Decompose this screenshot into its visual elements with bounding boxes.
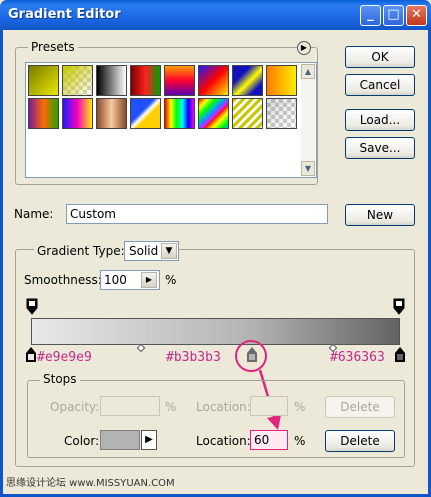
preset-swatch[interactable] [62,98,93,129]
hex-label-end: #636363 [330,350,385,365]
smoothness-value: 100 [104,273,127,287]
preset-swatch[interactable] [96,65,127,96]
stops-label: Stops [40,372,80,386]
opacity-percent: % [165,400,177,414]
preset-swatch[interactable] [232,98,263,129]
color-label: Color: [64,434,100,448]
triangle-right-icon[interactable]: ▶ [297,41,311,55]
color-swatch[interactable] [100,430,140,450]
preset-swatch[interactable] [62,65,93,96]
opacity-location-label: Location: [196,400,251,414]
scroll-up-arrow-icon[interactable]: ▲ [301,64,315,79]
color-stop-icon[interactable] [393,346,407,364]
name-label: Name: [14,207,54,221]
hex-label-start: #e9e9e9 [37,350,92,365]
color-stop-icon[interactable] [24,346,38,364]
window-title: Gradient Editor [8,7,121,22]
load-button[interactable]: Load... [345,109,415,131]
color-location-value: 60 [254,433,270,447]
preset-swatch[interactable] [130,65,161,96]
preset-swatch[interactable] [232,65,263,96]
preset-swatch[interactable] [164,65,195,96]
presets-label: Presets [28,40,78,54]
cancel-button[interactable]: Cancel [345,74,415,96]
opacity-location-percent: % [294,400,306,414]
preset-swatch[interactable] [96,98,127,129]
name-input[interactable]: Custom [66,204,328,224]
watermark-text: 思缘设计论坛 www.MISSYUAN.COM [6,478,175,489]
smoothness-label: Smoothness: [24,273,102,287]
preset-swatch[interactable] [28,65,59,96]
scroll-down-arrow-icon[interactable]: ▼ [301,161,315,176]
gradient-preview-bar[interactable] [31,318,400,345]
preset-swatch-grid: ▲ ▼ [25,62,317,178]
close-button[interactable]: ✕ [406,5,427,26]
smoothness-popup-arrow-icon[interactable]: ▶ [141,272,157,288]
minimize-button[interactable]: _ [360,5,381,26]
delete-opacity-stop-button: Delete [325,396,395,418]
opacity-input [100,396,160,416]
color-location-percent: % [294,434,306,448]
smoothness-percent: % [165,273,177,287]
save-button[interactable]: Save... [345,137,415,159]
ok-button[interactable]: OK [345,46,415,68]
preset-swatch[interactable] [198,65,229,96]
opacity-stop-right-icon[interactable] [392,298,406,316]
gradient-type-select[interactable]: Solid ▼ [124,241,179,261]
preset-swatch[interactable] [198,98,229,129]
scrollbar-track[interactable] [301,79,315,161]
gradient-type-label: Gradient Type: [34,244,128,258]
color-location-label: Location: [196,434,251,448]
opacity-stop-left-icon[interactable] [25,298,39,316]
color-location-input[interactable]: 60 [250,430,288,450]
new-button[interactable]: New [345,204,415,226]
maximize-button[interactable]: □ [383,5,404,26]
opacity-label: Opacity: [50,400,100,414]
chevron-down-icon[interactable]: ▼ [161,243,177,259]
preset-swatch[interactable] [28,98,59,129]
hex-label-middle: #b3b3b3 [166,350,221,365]
preset-swatch[interactable] [130,98,161,129]
preset-swatch[interactable] [266,65,297,96]
preset-swatch[interactable] [266,98,297,129]
preset-swatch[interactable] [164,98,195,129]
delete-color-stop-button[interactable]: Delete [325,430,395,452]
gradient-type-value: Solid [129,244,159,258]
color-popup-arrow-icon[interactable]: ▶ [141,430,157,450]
opacity-location-input [250,396,288,416]
title-bar: Gradient Editor _ □ ✕ [0,0,431,30]
